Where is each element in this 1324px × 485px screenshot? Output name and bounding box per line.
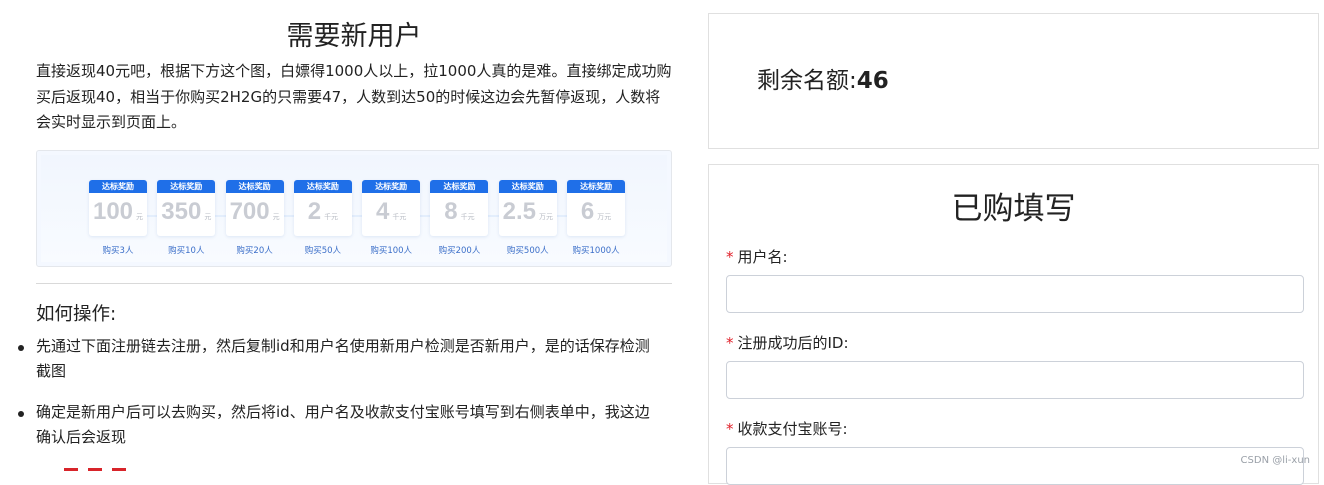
reward-tier-badge: 达标奖励 (567, 179, 626, 193)
reward-tier-value: 100 (92, 197, 134, 225)
reward-tier-condition: 购买500人 (506, 245, 549, 256)
user-id-label: * 注册成功后的ID: (726, 333, 1304, 353)
remaining-quota-label: 剩余名额: (757, 68, 857, 94)
required-marker: * (726, 248, 734, 266)
clipped-glyph (64, 468, 78, 471)
reward-tier-value: 4 (376, 197, 390, 225)
reward-tier-card: 达标奖励 4 千元 (362, 179, 421, 236)
reward-tier-badge: 达标奖励 (430, 179, 489, 193)
howto-title: 如何操作: (36, 303, 117, 325)
reward-tier-card: 达标奖励 350 元 (157, 179, 216, 236)
page-title: 需要新用户 (286, 21, 422, 52)
reward-tier-card: 达标奖励 2.5 万元 (498, 179, 557, 236)
clipped-red-heading (64, 468, 154, 475)
reward-tier-unit: 元 (204, 212, 212, 221)
reward-tier-amount: 350 元 (157, 195, 215, 229)
reward-tier-badge: 达标奖励 (498, 179, 557, 193)
reward-tier: 达标奖励 4 千元 购买100人 (362, 179, 421, 256)
alipay-account-field: * 收款支付宝账号: (726, 419, 1304, 485)
alipay-account-label: * 收款支付宝账号: (726, 419, 1304, 439)
reward-tier: 达标奖励 6 万元 购买1000人 (567, 179, 626, 256)
left-column: 需要新用户 直接返现40元吧，根据下方这个图，白嫖得1000人以上，拉1000人… (18, 0, 672, 475)
alipay-account-input[interactable] (726, 447, 1304, 485)
reward-tiers: 达标奖励 100 元 购买3人 达标奖励 350 元 购买10人 达标奖励 70… (89, 179, 635, 256)
reward-tier-condition: 购买200人 (438, 245, 481, 256)
reward-tier: 达标奖励 700 元 购买20人 (225, 179, 284, 256)
reward-tiers-image: 达标奖励 100 元 购买3人 达标奖励 350 元 购买10人 达标奖励 70… (36, 149, 672, 267)
user-id-label-text: 注册成功后的ID: (737, 334, 849, 352)
reward-tier-condition: 购买50人 (304, 245, 342, 256)
reward-tier-condition: 购买1000人 (572, 245, 620, 256)
reward-tier-badge: 达标奖励 (225, 179, 284, 193)
form-title: 已购填写 (951, 191, 1076, 227)
reward-tier: 达标奖励 2 千元 购买50人 (293, 179, 352, 256)
reward-tier: 达标奖励 2.5 万元 购买500人 (498, 179, 557, 256)
reward-tier-condition: 购买20人 (236, 245, 273, 256)
list-item: 先通过下面注册链去注册，然后复制id和用户名使用新用户检测是否新用户，是的话保存… (18, 334, 664, 385)
reward-tier-unit: 元 (272, 212, 280, 221)
watermark: CSDN @li-xun (1240, 455, 1310, 466)
bullet-dot-icon (18, 410, 24, 417)
reward-tier-value: 8 (444, 197, 458, 225)
reward-tier-card: 达标奖励 2 千元 (293, 179, 352, 236)
reward-tier: 达标奖励 350 元 购买10人 (157, 179, 216, 256)
reward-tier-badge: 达标奖励 (293, 179, 352, 193)
clipped-glyph (112, 468, 126, 471)
reward-tier-card: 达标奖励 100 元 (89, 179, 147, 236)
reward-tier-unit: 千元 (324, 212, 339, 221)
reward-tier-badge: 达标奖励 (157, 179, 216, 193)
reward-tier-amount: 2.5 万元 (499, 195, 557, 229)
howto-steps: 先通过下面注册链去注册，然后复制id和用户名使用新用户检测是否新用户，是的话保存… (18, 334, 672, 451)
reward-tier-unit: 千元 (392, 212, 407, 221)
reward-tier-amount: 4 千元 (362, 195, 420, 229)
reward-tier-amount: 2 千元 (294, 195, 352, 229)
reward-tier-amount: 100 元 (89, 195, 147, 229)
user-id-field: * 注册成功后的ID: (726, 333, 1304, 399)
username-label: * 用户名: (726, 247, 1304, 267)
username-label-text: 用户名: (737, 248, 788, 266)
reward-tier-value: 2.5 (502, 197, 536, 225)
username-input[interactable] (726, 275, 1304, 313)
purchase-form-panel: 已购填写 * 用户名: * 注册成功后的ID: * 收款支付宝账号: (708, 164, 1319, 485)
reward-tier-badge: 达标奖励 (89, 179, 147, 193)
reward-tier-unit: 千元 (460, 212, 475, 221)
reward-tier-amount: 8 千元 (430, 195, 488, 229)
username-field: * 用户名: (726, 247, 1304, 313)
reward-tier-value: 2 (307, 197, 322, 225)
step-text: 确定是新用户后可以去购买，然后将id、用户名及收款支付宝账号填写到右侧表单中，我… (36, 402, 650, 447)
reward-tier-condition: 购买100人 (370, 245, 413, 256)
remaining-quota-value: 46 (856, 68, 889, 94)
section-divider (36, 282, 672, 284)
user-id-input[interactable] (726, 361, 1304, 399)
required-marker: * (726, 420, 734, 438)
reward-tier: 达标奖励 100 元 购买3人 (89, 179, 147, 256)
reward-tier-unit: 万元 (597, 212, 612, 221)
list-item: 确定是新用户后可以去购买，然后将id、用户名及收款支付宝账号填写到右侧表单中，我… (18, 400, 664, 451)
reward-tier-value: 700 (229, 197, 270, 225)
reward-tier-card: 达标奖励 6 万元 (567, 179, 626, 236)
reward-tier-card: 达标奖励 700 元 (225, 179, 284, 236)
reward-tier-value: 6 (580, 197, 595, 225)
required-marker: * (726, 334, 734, 352)
reward-tier-value: 350 (161, 197, 202, 225)
reward-tier-badge: 达标奖励 (362, 179, 421, 193)
alipay-account-label-text: 收款支付宝账号: (737, 420, 848, 438)
bullet-dot-icon (18, 344, 24, 351)
remaining-quota: 剩余名额:46 (757, 61, 889, 95)
reward-tier: 达标奖励 8 千元 购买200人 (430, 179, 489, 256)
reward-tier-unit: 元 (136, 212, 144, 221)
reward-tier-condition: 购买10人 (168, 245, 205, 256)
reward-tier-amount: 700 元 (226, 195, 284, 229)
quota-panel: 剩余名额:46 (708, 13, 1319, 149)
step-text: 先通过下面注册链去注册，然后复制id和用户名使用新用户检测是否新用户，是的话保存… (36, 336, 650, 381)
reward-tiers-background: 达标奖励 100 元 购买3人 达标奖励 350 元 购买10人 达标奖励 70… (41, 154, 667, 262)
reward-tier-unit: 万元 (538, 212, 553, 221)
reward-tier-condition: 购买3人 (102, 245, 134, 256)
reward-tier-amount: 6 万元 (567, 195, 625, 229)
clipped-glyph (88, 468, 102, 471)
intro-text: 直接返现40元吧，根据下方这个图，白嫖得1000人以上，拉1000人真的是难。直… (36, 62, 672, 131)
reward-tier-card: 达标奖励 8 千元 (430, 179, 489, 236)
